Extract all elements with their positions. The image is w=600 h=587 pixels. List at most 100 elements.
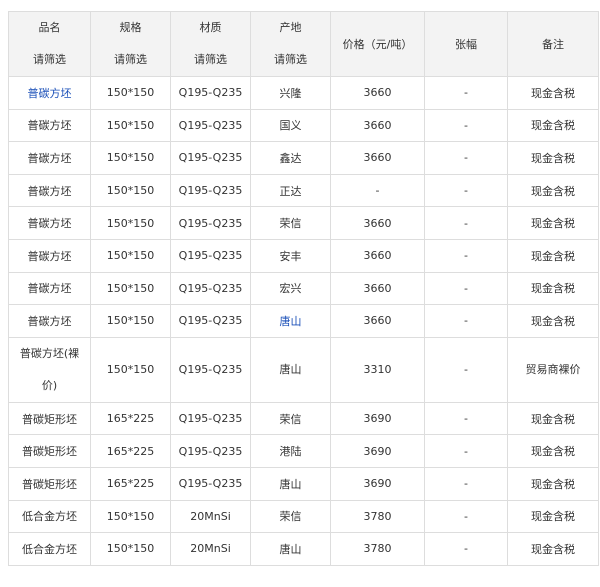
cell-name: 普碳方坯 [8,271,91,306]
cell-price: 3660 [330,76,425,110]
cell-name: 普碳矩形坯 [8,466,91,501]
cell-spec: 165*225 [90,401,171,436]
cell-spec: 150*150 [90,108,171,143]
cell-origin: 荣信 [250,499,331,534]
cell-material: 20MnSi [170,499,251,534]
cell-material: Q195-Q235 [170,434,251,468]
table-row: 普碳方坯 150*150 Q195-Q235 鑫达 3660- 现金含税 [8,141,599,175]
cell-name: 普碳方坯 [8,206,91,240]
cell-change: - [424,141,508,175]
cell-change: - [424,466,508,501]
table-row: 普碳方坯 150*150 Q195-Q235 宏兴 3660- 现金含税 [8,271,599,306]
table-row: 低合金方坯 150*150 20MnSi 唐山 3780- 现金含税 [8,532,599,566]
cell-origin: 国义 [250,108,331,143]
cell-origin: 正达 [250,173,331,208]
cell-origin: 唐山 [250,466,331,501]
cell-material: Q195-Q235 [170,401,251,436]
column-label: 品名 [38,21,61,34]
cell-price: - [330,173,425,208]
cell-note: 现金含税 [507,434,599,468]
cell-note: 现金含税 [507,173,599,208]
cell-change: - [424,108,508,143]
column-header-name: 品名 请筛选 [8,11,91,77]
cell-spec: 150*150 [90,271,171,306]
cell-price: 3690 [330,434,425,468]
cell-name: 普碳方坯(裸价) [8,336,91,403]
filter-link-spec[interactable]: 请筛选 [95,44,166,76]
cell-note: 现金含税 [507,271,599,306]
cell-note: 现金含税 [507,238,599,273]
table-header: 品名 请筛选 规格 请筛选 材质 请筛选 产地 请筛选 价格（元/吨） 张幅 备… [8,11,599,77]
table-row: 普碳方坯 150*150 Q195-Q235 安丰 3660- 现金含税 [8,238,599,273]
cell-note: 现金含税 [507,532,599,566]
filter-link-name[interactable]: 请筛选 [13,44,86,76]
column-label: 规格 [119,21,142,34]
cell-origin: 唐山 [250,532,331,566]
cell-spec: 150*150 [90,532,171,566]
cell-note: 现金含税 [507,466,599,501]
cell-name: 普碳矩形坯 [8,401,91,436]
column-label: 材质 [199,21,222,34]
cell-origin: 安丰 [250,238,331,273]
cell-name: 普碳方坯 [8,238,91,273]
cell-spec: 150*150 [90,304,171,338]
column-header-spec: 规格 请筛选 [90,11,171,77]
cell-name[interactable]: 普碳方坯 [8,76,91,110]
cell-origin: 荣信 [250,401,331,436]
table-row: 普碳矩形坯 165*225 Q195-Q235 港陆 3690- 现金含税 [8,434,599,468]
cell-price: 3660 [330,108,425,143]
column-label: 产地 [279,21,302,34]
cell-price: 3660 [330,304,425,338]
cell-change: - [424,173,508,208]
cell-change: - [424,271,508,306]
cell-note: 现金含税 [507,108,599,143]
column-header-origin: 产地 请筛选 [250,11,331,77]
cell-material: Q195-Q235 [170,141,251,175]
cell-spec: 150*150 [90,206,171,240]
cell-material: Q195-Q235 [170,466,251,501]
column-header-price: 价格（元/吨） [330,11,425,77]
cell-price: 3780 [330,499,425,534]
table-body: 普碳方坯 150*150 Q195-Q235 兴隆 3660- 现金含税 普碳方坯 150*1… [8,76,599,566]
cell-origin: 唐山 [250,336,331,403]
cell-price: 3660 [330,206,425,240]
cell-material: Q195-Q235 [170,271,251,306]
cell-change: - [424,304,508,338]
cell-note: 现金含税 [507,141,599,175]
table-row: 普碳方坯 150*150 Q195-Q235 兴隆 3660- 现金含税 [8,76,599,110]
cell-name: 普碳方坯 [8,173,91,208]
filter-link-material[interactable]: 请筛选 [175,44,246,76]
cell-change: - [424,206,508,240]
cell-change: - [424,401,508,436]
cell-origin: 宏兴 [250,271,331,306]
cell-origin[interactable]: 唐山 [250,304,331,338]
cell-material: Q195-Q235 [170,76,251,110]
cell-material: Q195-Q235 [170,108,251,143]
cell-name: 低合金方坯 [8,499,91,534]
cell-spec: 150*150 [90,238,171,273]
column-header-material: 材质 请筛选 [170,11,251,77]
table-row: 普碳矩形坯 165*225 Q195-Q235 唐山 3690- 现金含税 [8,466,599,501]
cell-price: 3780 [330,532,425,566]
table-row: 低合金方坯 150*150 20MnSi 荣信 3780- 现金含税 [8,499,599,534]
cell-price: 3690 [330,401,425,436]
cell-note: 贸易商裸价 [507,336,599,403]
cell-name: 普碳方坯 [8,108,91,143]
cell-note: 现金含税 [507,401,599,436]
cell-material: Q195-Q235 [170,206,251,240]
filter-link-origin[interactable]: 请筛选 [255,44,326,76]
cell-origin: 荣信 [250,206,331,240]
cell-note: 现金含税 [507,304,599,338]
cell-change: - [424,76,508,110]
cell-note: 现金含税 [507,76,599,110]
cell-material: 20MnSi [170,532,251,566]
column-header-note: 备注 [507,11,599,77]
cell-spec: 150*150 [90,336,171,403]
table-row: 普碳矩形坯 165*225 Q195-Q235 荣信 3690- 现金含税 [8,401,599,436]
cell-note: 现金含税 [507,206,599,240]
cell-origin: 兴隆 [250,76,331,110]
cell-change: - [424,499,508,534]
cell-note: 现金含税 [507,499,599,534]
table-row: 普碳方坯 150*150 Q195-Q235 唐山 3660- 现金含税 [8,304,599,338]
cell-material: Q195-Q235 [170,336,251,403]
